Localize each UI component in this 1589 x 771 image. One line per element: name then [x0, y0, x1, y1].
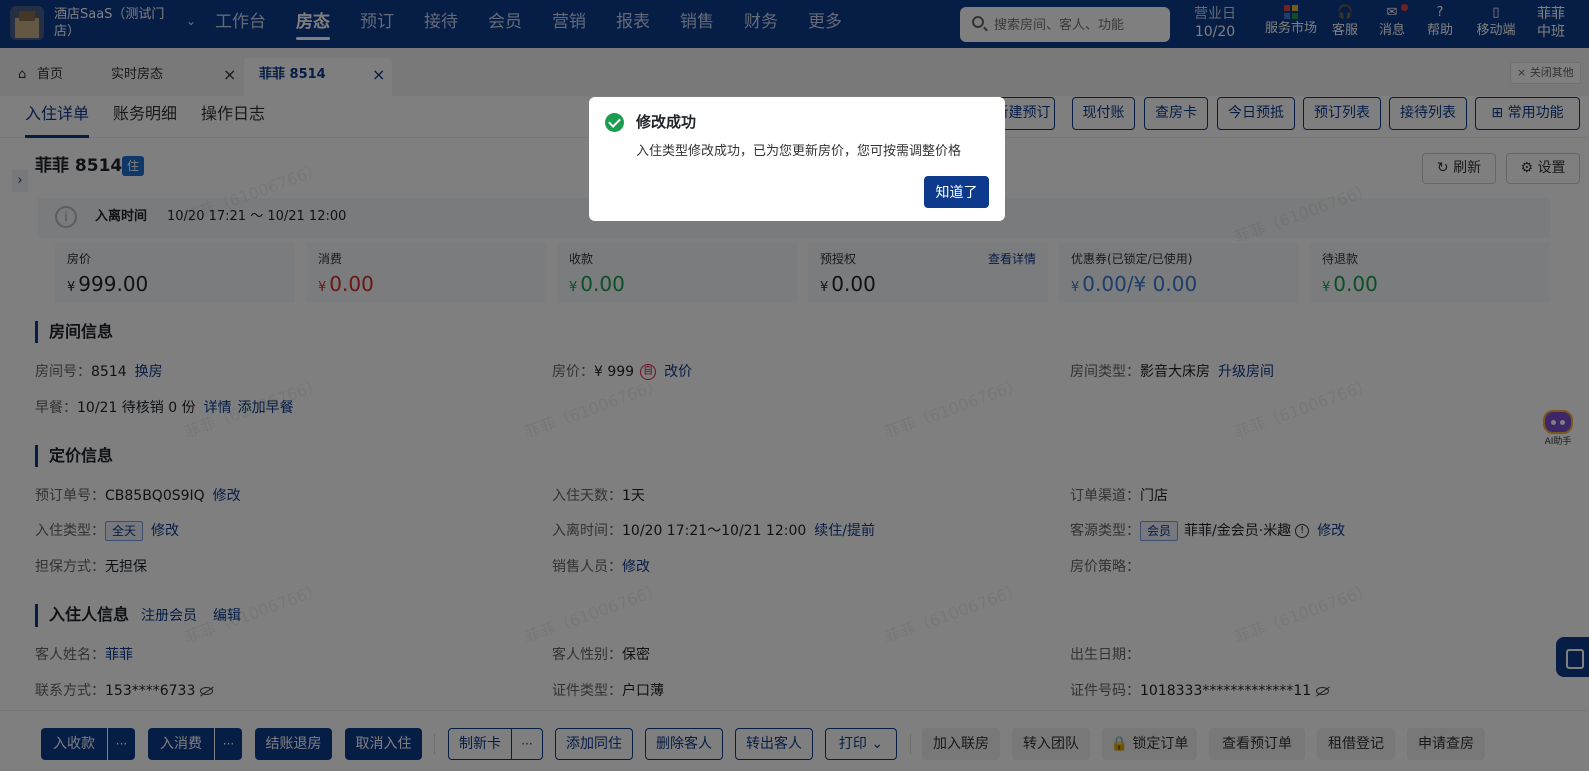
dialog-message: 入住类型修改成功，已为您更新房价，您可按需调整价格	[636, 144, 962, 159]
success-check-icon	[605, 113, 624, 132]
success-dialog: 修改成功 入住类型修改成功，已为您更新房价，您可按需调整价格 知道了	[589, 97, 1005, 221]
acknowledge-button[interactable]: 知道了	[924, 176, 989, 208]
dialog-title: 修改成功	[636, 113, 697, 131]
